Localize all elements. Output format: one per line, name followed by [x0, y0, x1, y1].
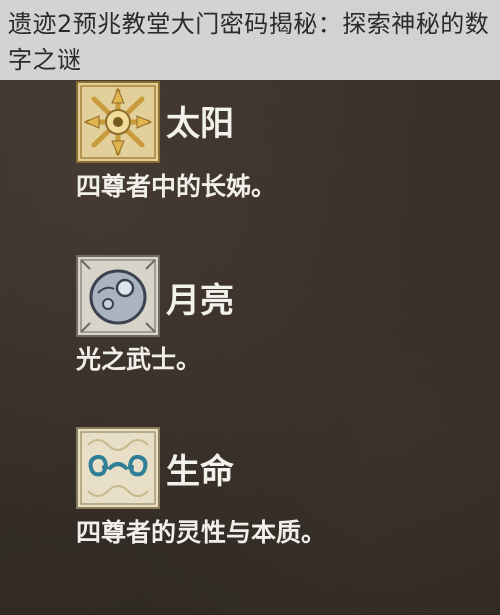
- life-emblem-icon: [76, 427, 160, 509]
- article-title-banner: 遗迹2预兆教堂大门密码揭秘：探索神秘的数字之谜: [0, 0, 500, 80]
- entry-title-sun: 太阳: [166, 104, 234, 144]
- article-title: 遗迹2预兆教堂大门密码揭秘：探索神秘的数字之谜: [8, 10, 490, 74]
- entry-description-sun: 四尊者中的长姊。: [76, 172, 277, 201]
- sun-emblem-icon: [76, 81, 160, 163]
- entry-description-life: 四尊者的灵性与本质。: [76, 518, 327, 547]
- entry-title-moon: 月亮: [166, 281, 234, 321]
- entry-description-moon: 光之武士。: [76, 345, 202, 374]
- moon-emblem-icon: [76, 255, 160, 337]
- entry-title-life: 生命: [166, 452, 234, 492]
